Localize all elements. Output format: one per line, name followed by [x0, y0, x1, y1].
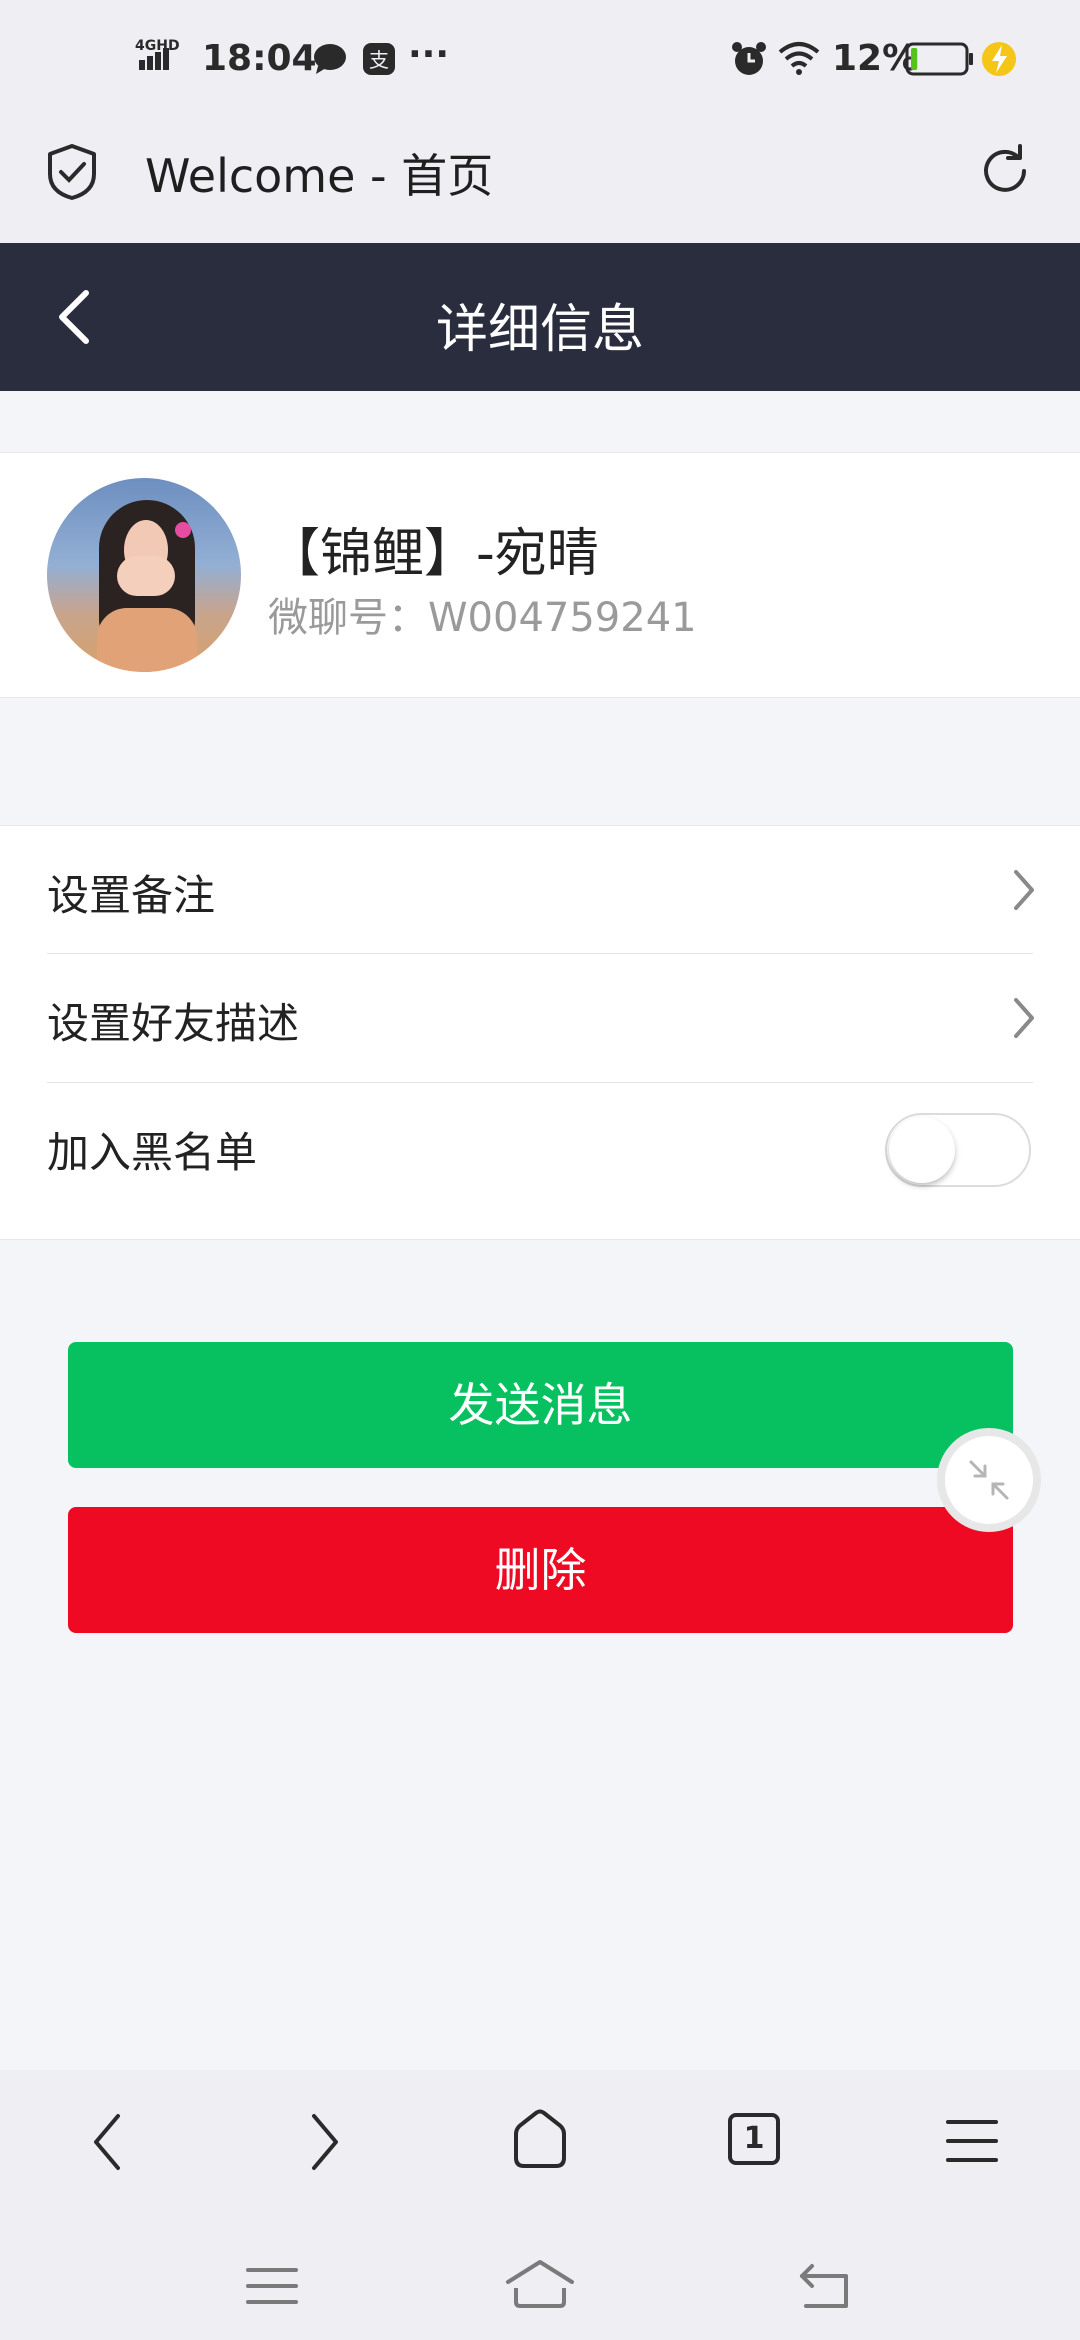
delete-button[interactable]: 删除 — [68, 1507, 1013, 1633]
tab-count: 1 — [743, 2121, 765, 2156]
system-back-icon[interactable] — [796, 2260, 852, 2310]
set-description-label: 设置好友描述 — [47, 999, 300, 1048]
nav-title: 详细信息 — [435, 300, 644, 360]
navbar: 详细信息 — [0, 243, 1080, 391]
blacklist-toggle[interactable] — [885, 1113, 1031, 1187]
alipay-icon: 支 — [363, 43, 395, 75]
toggle-knob — [889, 1117, 955, 1183]
contact-name: 【锦鲤】-宛晴 — [268, 524, 599, 584]
wifi-icon — [778, 42, 820, 75]
set-remark-row[interactable]: 设置备注 — [0, 826, 1080, 954]
recent-apps-icon[interactable] — [244, 2264, 300, 2308]
page-title: Welcome - 首页 — [145, 149, 494, 203]
profile-card: 【锦鲤】-宛晴 微聊号：W004759241 — [0, 452, 1080, 698]
svg-text:支: 支 — [369, 48, 389, 72]
chevron-right-icon — [1014, 870, 1034, 910]
browser-toolbar: 1 — [0, 2070, 1080, 2220]
charging-icon — [982, 42, 1016, 76]
refresh-icon[interactable] — [976, 142, 1034, 200]
avatar[interactable] — [47, 478, 241, 672]
battery-icon — [905, 42, 973, 76]
browser-forward-icon[interactable] — [304, 2110, 344, 2174]
menu-icon[interactable] — [944, 2116, 1000, 2166]
floating-collapse-button[interactable] — [937, 1428, 1041, 1532]
browser-back-icon[interactable] — [88, 2110, 128, 2174]
set-description-row[interactable]: 设置好友描述 — [0, 954, 1080, 1082]
contact-id: 微聊号：W004759241 — [268, 595, 697, 641]
system-navigation — [0, 2220, 1080, 2340]
home-icon[interactable] — [510, 2108, 570, 2170]
status-bar: 4GHD 18:04 支 ··· 12% — [0, 0, 1080, 120]
chat-icon — [314, 44, 346, 74]
send-message-button[interactable]: 发送消息 — [68, 1342, 1013, 1468]
shield-check-icon[interactable] — [44, 142, 100, 202]
more-notifications: ··· — [408, 34, 450, 75]
collapse-arrows-icon — [969, 1460, 1009, 1500]
browser-header: Welcome - 首页 — [0, 120, 1080, 243]
alarm-icon — [732, 42, 766, 75]
set-remark-label: 设置备注 — [47, 871, 216, 920]
system-home-icon[interactable] — [504, 2258, 576, 2310]
chevron-right-icon — [1014, 998, 1034, 1038]
status-time: 18:04 — [202, 38, 317, 79]
tabs-button[interactable]: 1 — [728, 2113, 780, 2165]
blacklist-label: 加入黑名单 — [47, 1128, 258, 1177]
settings-list: 设置备注 设置好友描述 加入黑名单 — [0, 825, 1080, 1240]
